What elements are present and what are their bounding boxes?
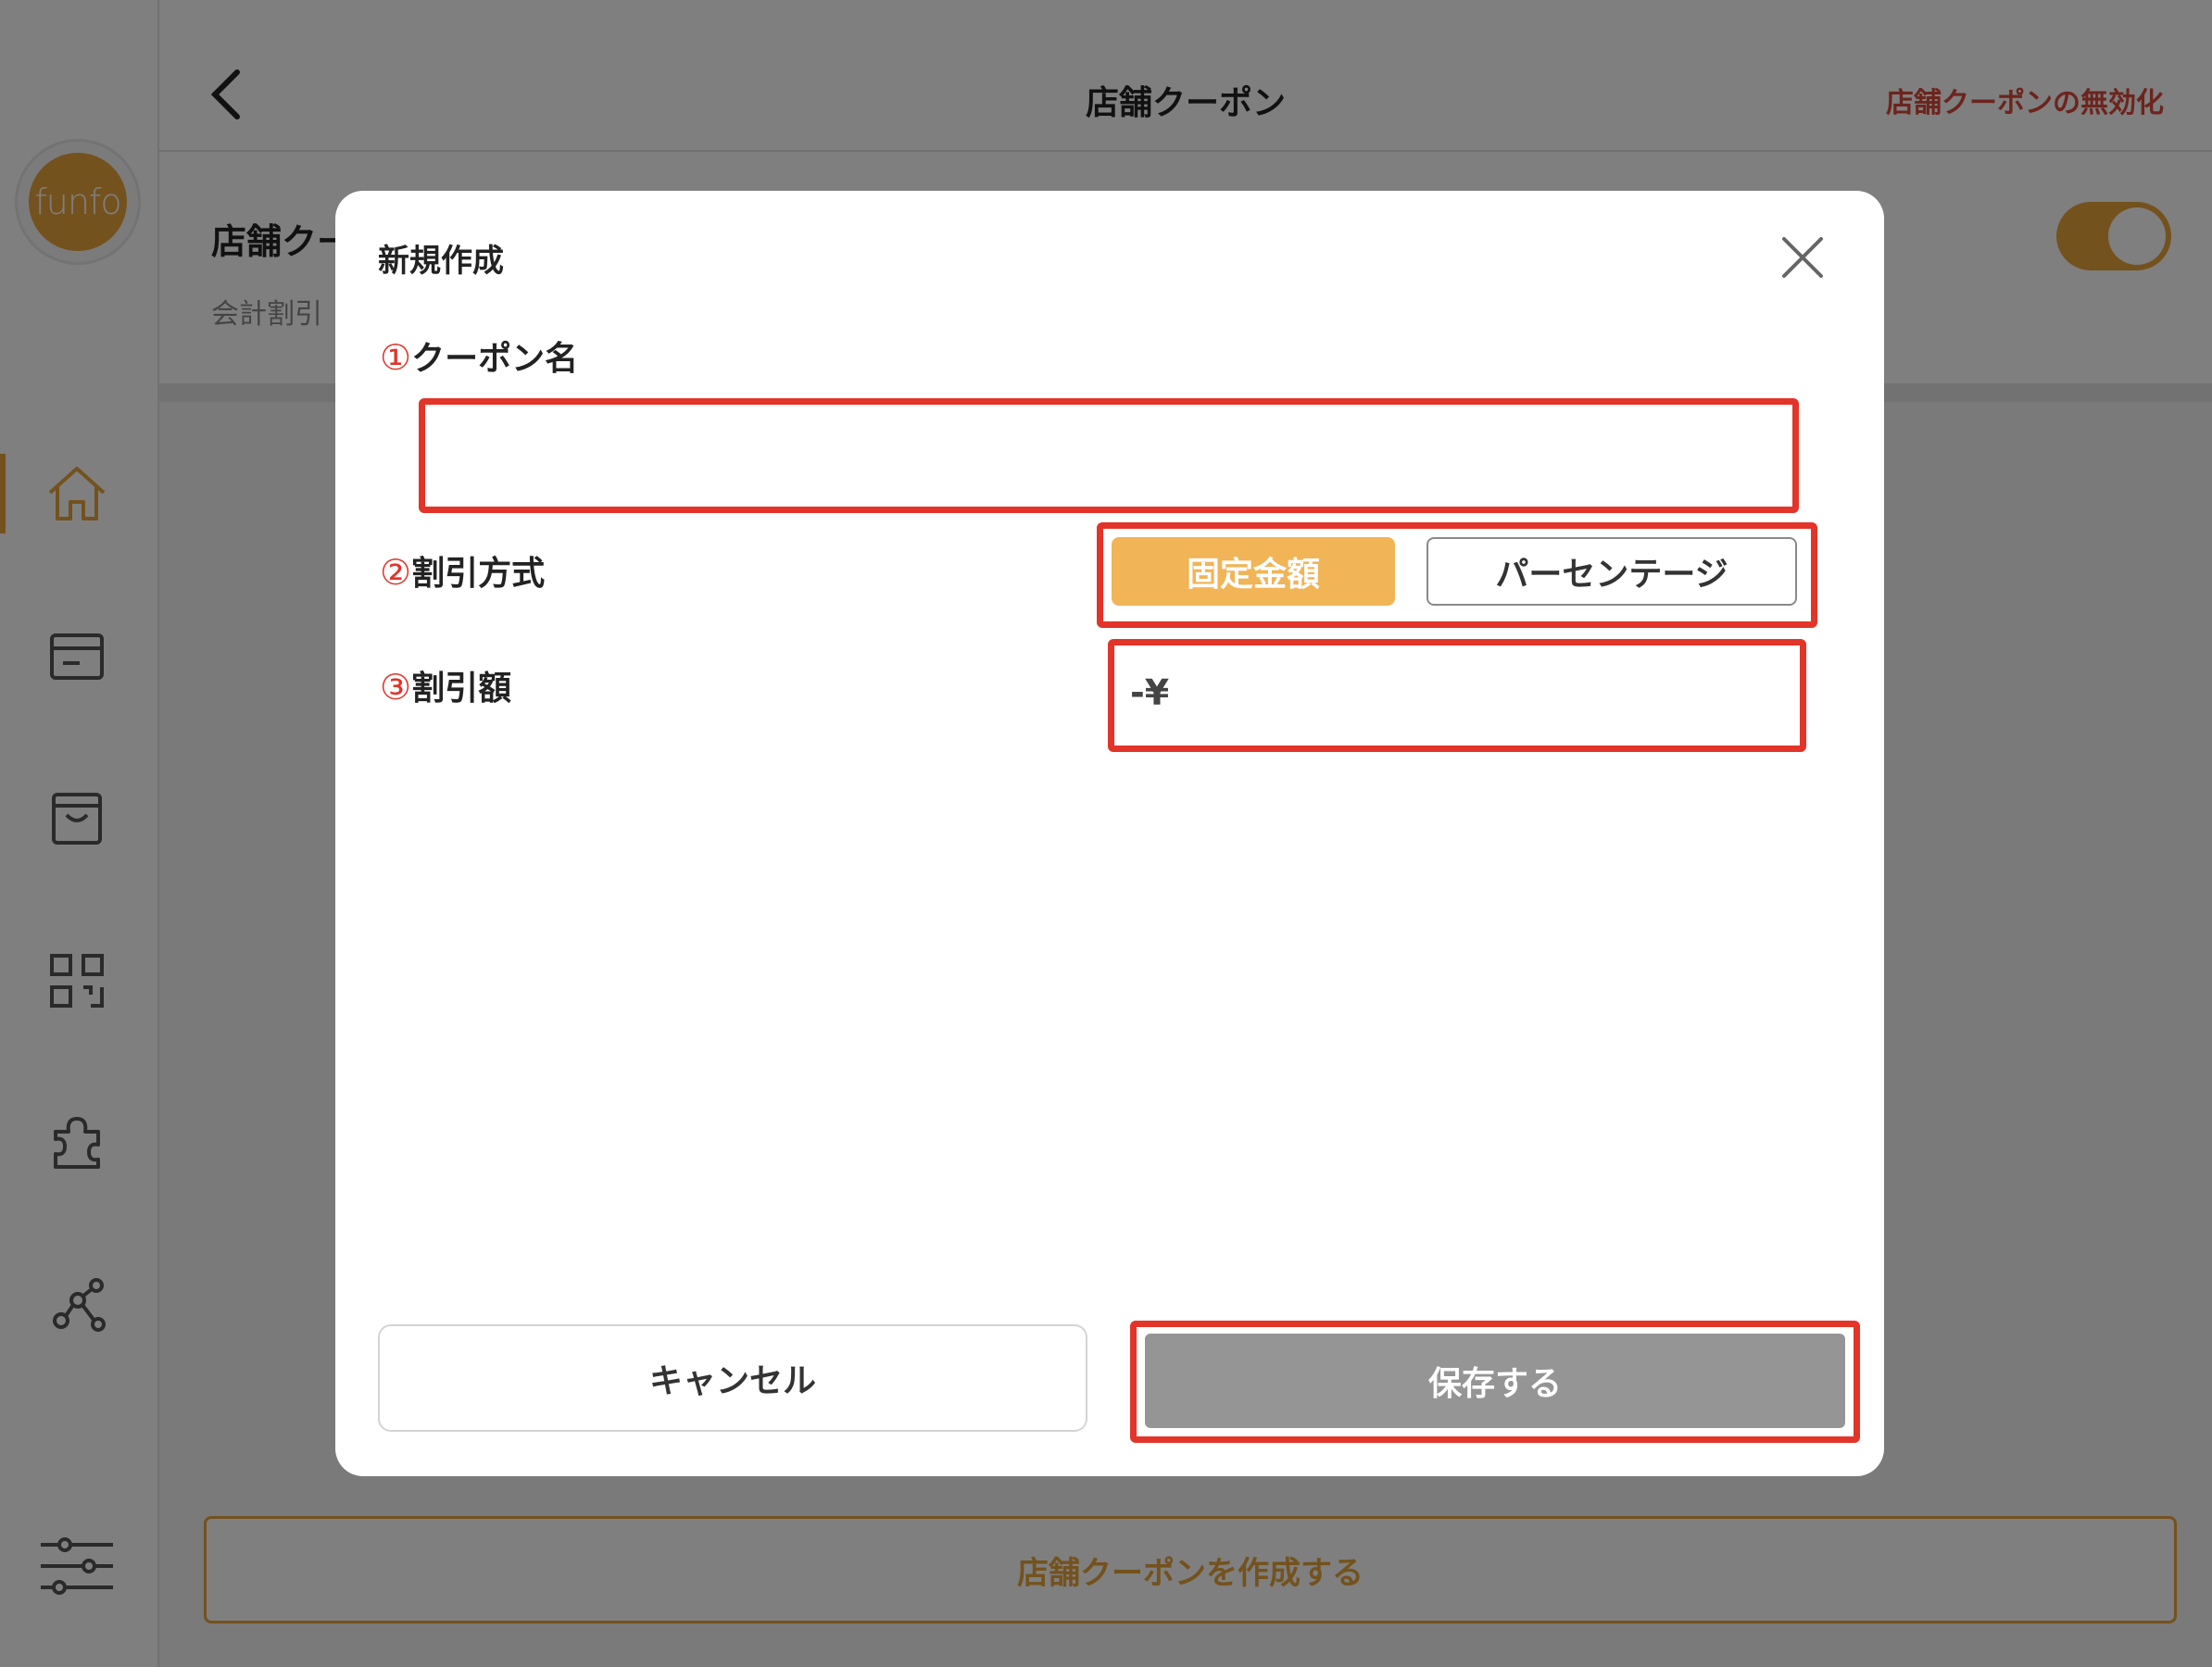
coupon-name-label: ①クーポン名 [380, 332, 578, 380]
step-number-2: ② [380, 552, 412, 593]
discount-amount-label: ③割引額 [380, 661, 511, 709]
yen-prefix: -¥ [1130, 672, 1170, 713]
save-button[interactable]: 保存する [1145, 1334, 1845, 1428]
close-icon[interactable] [1777, 232, 1829, 283]
fixed-amount-option[interactable]: 固定金額 [1112, 537, 1395, 606]
new-coupon-modal: 新規作成 ①クーポン名 ②割引方式 固定金額 パーセンテージ ③割引額 -¥ キ… [335, 191, 1884, 1476]
discount-amount-input[interactable] [1180, 659, 1786, 732]
discount-amount-label-text: 割引額 [411, 670, 512, 708]
cancel-button[interactable]: キャンセル [378, 1324, 1087, 1432]
step-number-3: ③ [380, 667, 412, 708]
coupon-name-label-text: クーポン名 [411, 340, 579, 378]
coupon-name-input[interactable] [434, 415, 1786, 498]
modal-title: 新規作成 [378, 243, 504, 280]
step-number-1: ① [380, 337, 412, 378]
percentage-option[interactable]: パーセンテージ [1426, 537, 1797, 606]
discount-type-label-text: 割引方式 [411, 555, 546, 593]
discount-type-label: ②割引方式 [380, 546, 545, 595]
